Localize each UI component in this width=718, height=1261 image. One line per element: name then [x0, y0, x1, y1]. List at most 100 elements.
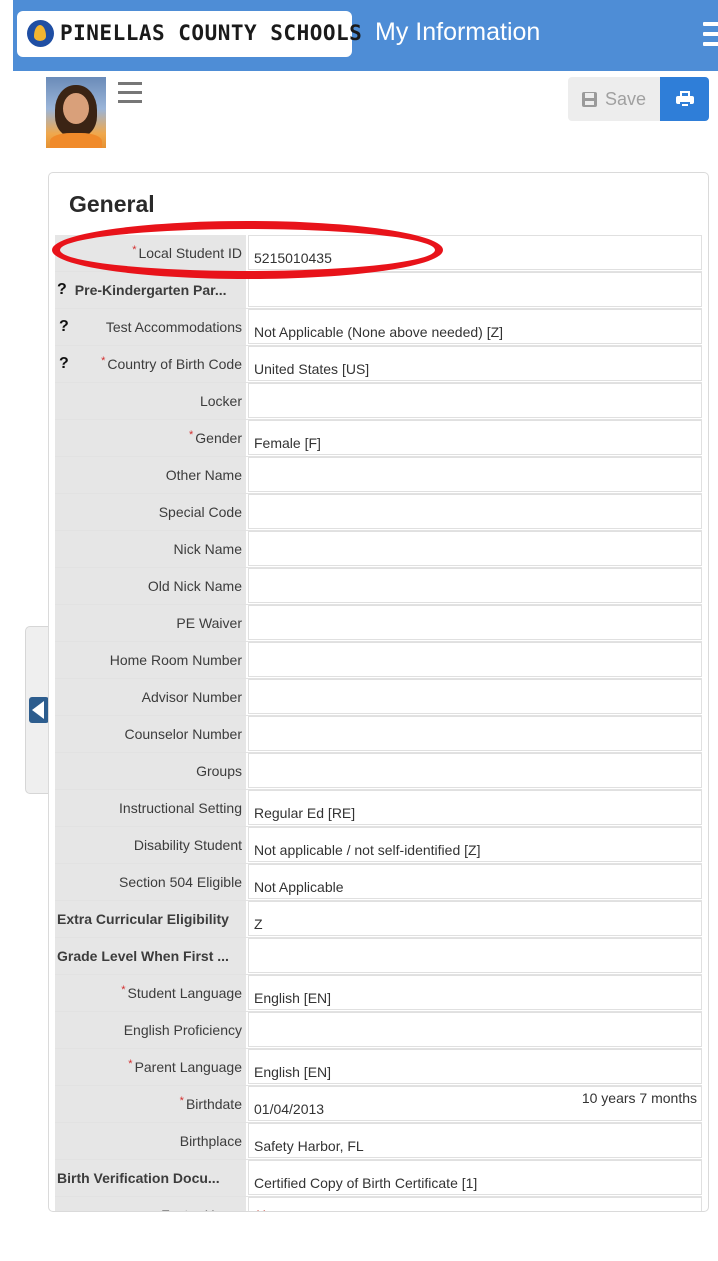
field-value-text: Certified Copy of Birth Certificate [1]	[254, 1175, 478, 1191]
main-menu-icon[interactable]	[703, 22, 718, 48]
field-label: * Student Language	[55, 975, 246, 1011]
district-logo[interactable]: PINELLAS COUNTY SCHOOLS	[17, 11, 362, 57]
field-value[interactable]: Not Applicable (None above needed) [Z]	[248, 309, 702, 344]
field-value[interactable]: Regular Ed [RE]	[248, 790, 702, 825]
field-value-text: English [EN]	[254, 1064, 332, 1080]
field-value-text: 01/04/2013	[254, 1101, 325, 1117]
field-label: PE Waiver	[55, 605, 246, 641]
required-marker: *	[132, 244, 137, 256]
help-icon[interactable]: ?	[57, 281, 67, 299]
field-label: Counselor Number	[55, 716, 246, 752]
top-bar: PINELLAS COUNTY SCHOOLS My Information	[13, 0, 718, 71]
field-label: Old Nick Name	[55, 568, 246, 604]
field-table: * Local Student ID 5215010435? Pre-Kinderga…	[55, 235, 702, 1211]
field-label-text: Section 504 Eligible	[119, 874, 242, 890]
required-marker: *	[121, 984, 126, 996]
field-label-text: Pre-Kindergarten Par...	[74, 282, 227, 298]
field-value-text: Z	[254, 916, 263, 932]
field-row: ? Test Accommodations Not Applicable (None…	[55, 309, 702, 346]
field-label-text: Home Room Number	[109, 652, 242, 668]
field-label-text: Other Name	[165, 467, 242, 483]
field-label: Grade Level When First ...	[55, 938, 246, 974]
field-value[interactable]: United States [US]	[248, 346, 702, 381]
field-value[interactable]	[248, 531, 702, 566]
field-row: Grade Level When First ...	[55, 938, 702, 975]
field-value[interactable]	[248, 605, 702, 640]
field-label-text: Parent Language	[134, 1059, 242, 1075]
field-value[interactable]	[248, 494, 702, 529]
print-button[interactable]	[660, 77, 709, 121]
field-label: Extra Curricular Eligibility	[55, 901, 246, 937]
help-icon[interactable]: ?	[59, 355, 69, 373]
field-label-text: Advisor Number	[141, 689, 242, 705]
field-label-text: Locker	[199, 393, 242, 409]
save-button-label: Save	[604, 88, 647, 109]
field-row: Counselor Number	[55, 716, 702, 753]
field-label-text: Extra Curricular Eligibility	[57, 911, 229, 927]
field-value[interactable]: Female [F]	[248, 420, 702, 455]
field-row: ? Pre-Kindergarten Par...	[55, 272, 702, 309]
help-icon[interactable]: ?	[59, 318, 69, 336]
field-value[interactable]: Not Applicable	[248, 864, 702, 899]
field-label-text: Old Nick Name	[147, 578, 242, 594]
field-label: ? * Country of Birth Code	[55, 346, 246, 382]
field-value[interactable]: English [EN]	[248, 975, 702, 1010]
field-value[interactable]: Certified Copy of Birth Certificate [1]	[248, 1160, 702, 1195]
field-value[interactable]	[248, 679, 702, 714]
field-row: Extra Curricular Eligibility Z	[55, 901, 702, 938]
profile-menu-icon[interactable]	[118, 82, 142, 104]
field-row: English Proficiency	[55, 1012, 702, 1049]
field-row: Locker	[55, 383, 702, 420]
field-row: * Parent Language English [EN]	[55, 1049, 702, 1086]
field-label: Disability Student	[55, 827, 246, 863]
field-value[interactable]: Not applicable / not self-identified [Z]	[248, 827, 702, 862]
field-label: Instructional Setting	[55, 790, 246, 826]
save-button[interactable]: Save	[568, 77, 660, 121]
field-label: Groups	[55, 753, 246, 789]
field-label: Special Code	[55, 494, 246, 530]
field-value[interactable]: 5215010435	[248, 235, 702, 270]
field-label: Other Name	[55, 457, 246, 493]
required-marker: *	[179, 1095, 184, 1107]
field-value[interactable]: Z	[248, 901, 702, 936]
required-marker: *	[101, 355, 106, 367]
field-label: Birthplace	[55, 1123, 246, 1159]
field-value[interactable]	[248, 753, 702, 788]
field-label-text: Gender	[195, 430, 242, 446]
chevron-left-icon[interactable]	[29, 697, 49, 723]
field-label-text: Birthdate	[185, 1096, 242, 1112]
field-label-text: Groups	[196, 763, 242, 779]
field-row: * Gender Female [F]	[55, 420, 702, 457]
student-photo-avatar[interactable]	[46, 77, 106, 148]
field-value[interactable]	[248, 272, 702, 307]
field-value[interactable]	[248, 457, 702, 492]
field-value[interactable]	[248, 1012, 702, 1047]
field-label-text: Local Student ID	[138, 245, 242, 261]
field-label-text: Special Code	[158, 504, 242, 520]
field-value-text: Female [F]	[254, 435, 321, 451]
field-value[interactable]	[248, 383, 702, 418]
save-icon	[581, 91, 597, 107]
field-value-text: English [EN]	[254, 990, 332, 1006]
field-label-text: Grade Level When First ...	[57, 948, 229, 964]
field-value[interactable]	[248, 568, 702, 603]
side-panel-tab[interactable]	[25, 626, 49, 794]
field-label: * Local Student ID	[55, 235, 246, 271]
field-label: * Parent Language	[55, 1049, 246, 1085]
field-label-text: Birth Verification Docu...	[57, 1170, 220, 1186]
field-row: Instructional Setting Regular Ed [RE]	[55, 790, 702, 827]
field-label-text: PE Waiver	[176, 615, 242, 631]
field-value[interactable]: Safety Harbor, FL	[248, 1123, 702, 1158]
field-value[interactable]	[248, 938, 702, 973]
field-value[interactable]	[248, 642, 702, 677]
field-row: * Student Language English [EN]	[55, 975, 702, 1012]
field-value[interactable]: 01/04/2013 10 years 7 months	[248, 1086, 702, 1121]
field-row: PE Waiver	[55, 605, 702, 642]
field-label-text: English Proficiency	[123, 1022, 242, 1038]
field-label: Advisor Number	[55, 679, 246, 715]
field-row: Birthplace Safety Harbor, FL	[55, 1123, 702, 1160]
field-value[interactable]: ✖	[248, 1197, 702, 1211]
field-value[interactable]	[248, 716, 702, 751]
field-value[interactable]: English [EN]	[248, 1049, 702, 1084]
field-row: * Birthdate 01/04/2013 10 years 7 months	[55, 1086, 702, 1123]
